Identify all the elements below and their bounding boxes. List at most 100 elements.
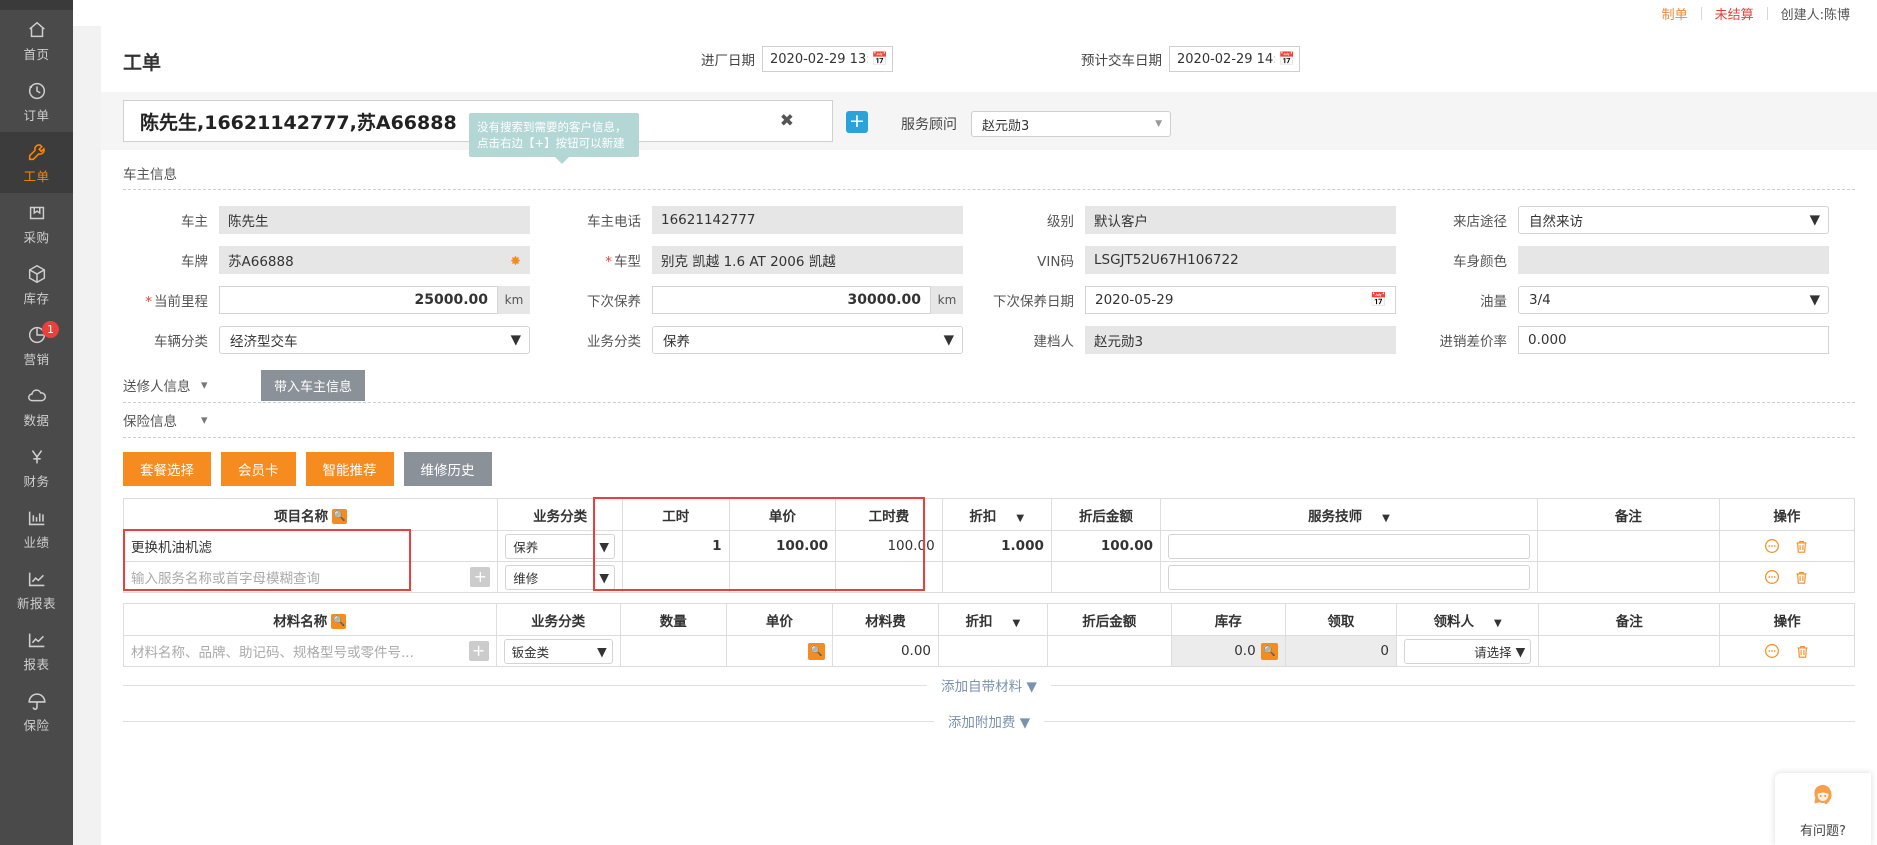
add-customer-button[interactable]: + bbox=[846, 111, 868, 133]
sidebar-item-业绩[interactable]: 业绩 bbox=[0, 498, 73, 559]
column-header-单价: 单价 bbox=[725, 603, 833, 636]
field-select[interactable]: 保养 ▼ bbox=[652, 326, 963, 354]
cell-operations bbox=[1719, 635, 1855, 667]
cell-remark[interactable] bbox=[1536, 530, 1720, 562]
add-material-button[interactable]: + bbox=[468, 641, 489, 661]
action-button-会员卡[interactable]: 会员卡 bbox=[221, 452, 296, 486]
cell-category[interactable]: 钣金类 ▼ bbox=[495, 635, 621, 667]
delivery-date-input[interactable]: 2020-02-29 14:58 📅 bbox=[1169, 46, 1300, 72]
sidebar-item-label: 数据 bbox=[23, 412, 50, 428]
sidebar-item-订单[interactable]: 订单 bbox=[0, 71, 73, 132]
category-select[interactable]: 钣金类 ▼ bbox=[503, 638, 613, 664]
cell-unit-price[interactable] bbox=[728, 561, 837, 593]
sidebar-badge: 1 bbox=[42, 321, 59, 338]
chevron-down-icon[interactable]: ▾ bbox=[201, 378, 261, 393]
divider bbox=[1050, 684, 1855, 686]
status-make-order[interactable]: 制单 bbox=[1649, 4, 1701, 23]
search-icon[interactable]: 🔍 bbox=[1260, 642, 1278, 660]
delete-icon[interactable] bbox=[1792, 567, 1812, 587]
search-icon[interactable]: 🔍 bbox=[331, 614, 347, 629]
delete-icon[interactable] bbox=[1792, 536, 1812, 556]
chevron-down-icon[interactable]: ▼ bbox=[1382, 513, 1390, 524]
more-options-icon[interactable] bbox=[1762, 567, 1782, 587]
field-value[interactable]: 25000.00 bbox=[219, 286, 498, 314]
sidebar-item-数据[interactable]: 数据 bbox=[0, 376, 73, 437]
add-item-button[interactable]: + bbox=[470, 567, 491, 587]
main-sidebar: 首页订单 工单 采购 库存 营销 1 数据财务 业绩 新报表 报表 保险 bbox=[0, 0, 73, 845]
picker-select[interactable]: 请选择 ▼ bbox=[1403, 638, 1532, 664]
calendar-icon[interactable]: 📅 bbox=[868, 52, 892, 67]
sidebar-item-工单[interactable]: 工单 bbox=[0, 132, 73, 193]
field-select[interactable]: 自然来访 ▼ bbox=[1518, 206, 1829, 234]
more-options-icon[interactable] bbox=[1762, 536, 1782, 556]
delete-icon[interactable] bbox=[1792, 641, 1812, 661]
gear-icon[interactable] bbox=[500, 246, 530, 274]
cell-item-name[interactable]: 更换机油机滤 bbox=[122, 530, 499, 562]
sidebar-item-保险[interactable]: 保险 bbox=[0, 681, 73, 742]
search-icon[interactable]: 🔍 bbox=[807, 642, 825, 660]
action-button-维修历史[interactable]: 维修历史 bbox=[403, 452, 492, 486]
field-select[interactable]: 3/4 ▼ bbox=[1518, 286, 1829, 314]
category-select[interactable]: 维修 ▼ bbox=[505, 564, 616, 590]
search-icon[interactable]: 🔍 bbox=[332, 509, 348, 524]
clear-icon[interactable]: ✖ bbox=[780, 111, 794, 131]
entry-date-input[interactable]: 2020-02-29 13:58 📅 bbox=[762, 46, 893, 72]
column-header-折扣: 折扣 ▼ bbox=[938, 603, 1048, 636]
chevron-down-icon[interactable]: ▼ bbox=[1012, 618, 1020, 629]
cell-unit-price[interactable]: 100.00 bbox=[728, 530, 837, 562]
field-control: 0.000 bbox=[1518, 326, 1829, 354]
column-label: 折扣 bbox=[969, 508, 997, 525]
cell-hours[interactable]: 1 bbox=[622, 530, 730, 562]
calendar-icon[interactable]: 📅 bbox=[1275, 52, 1299, 67]
status-unsettled[interactable]: 未结算 bbox=[1702, 4, 1767, 23]
add-surcharge-link[interactable]: 添加附加费 ▼ bbox=[934, 711, 1044, 731]
sidebar-item-营销[interactable]: 营销 1 bbox=[0, 315, 73, 376]
chevron-down-icon[interactable]: ▼ bbox=[1016, 513, 1024, 524]
cell-technician[interactable] bbox=[1160, 561, 1538, 593]
column-label: 操作 bbox=[1773, 508, 1801, 525]
cell-discount[interactable] bbox=[938, 635, 1048, 667]
sidebar-item-财务[interactable]: 财务 bbox=[0, 437, 73, 498]
more-options-icon[interactable] bbox=[1762, 641, 1782, 661]
cell-picker[interactable]: 请选择 ▼ bbox=[1395, 635, 1540, 667]
sidebar-item-label: 首页 bbox=[23, 46, 50, 62]
picker-value: 请选择 bbox=[1474, 644, 1512, 660]
copy-owner-info-button[interactable]: 带入车主信息 bbox=[261, 369, 366, 401]
cell-hours[interactable] bbox=[622, 561, 730, 593]
cell-unit-price[interactable]: 🔍 bbox=[725, 635, 833, 667]
cell-category[interactable]: 维修 ▼ bbox=[497, 561, 624, 593]
sidebar-item-采购[interactable]: 采购 bbox=[0, 193, 73, 254]
cell-category[interactable]: 保养 ▼ bbox=[497, 530, 624, 562]
cell-remark[interactable] bbox=[1536, 561, 1720, 593]
category-select[interactable]: 保养 ▼ bbox=[505, 533, 616, 559]
cell-material-name[interactable]: 材料名称、品牌、助记码、规格型号或零件号... + bbox=[123, 635, 497, 667]
field-value[interactable]: 30000.00 bbox=[652, 286, 931, 314]
field-date[interactable]: 2020-05-29 📅 bbox=[1085, 286, 1396, 314]
calendar-icon[interactable]: 📅 bbox=[1370, 292, 1387, 308]
sidebar-item-库存[interactable]: 库存 bbox=[0, 254, 73, 315]
cell-discount[interactable]: 1.000 bbox=[941, 530, 1052, 562]
cell-remark[interactable] bbox=[1538, 635, 1721, 667]
technician-input[interactable] bbox=[1168, 533, 1530, 559]
chevron-down-icon[interactable]: ▼ bbox=[1494, 618, 1502, 629]
chevron-down-icon[interactable]: ▾ bbox=[201, 413, 261, 428]
repairer-info-row: 送修人信息 ▾ 带入车主信息 bbox=[123, 368, 1855, 402]
action-button-智能推荐[interactable]: 智能推荐 bbox=[305, 452, 394, 486]
add-own-material-link[interactable]: 添加自带材料 ▼ bbox=[927, 675, 1051, 695]
field-control: 默认客户 bbox=[1085, 206, 1396, 234]
cell-item-name[interactable]: 输入服务名称或首字母模糊查询 + bbox=[122, 561, 499, 593]
sidebar-item-首页[interactable]: 首页 bbox=[0, 10, 73, 71]
field-select[interactable]: 经济型交车 ▼ bbox=[219, 326, 530, 354]
support-chat-widget[interactable]: 有问题? bbox=[1775, 773, 1871, 845]
field-label: 下次保养 bbox=[587, 294, 641, 310]
sidebar-item-报表[interactable]: 报表 bbox=[0, 620, 73, 681]
sidebar-item-新报表[interactable]: 新报表 bbox=[0, 559, 73, 620]
service-advisor-select[interactable]: 赵元勋3 ▼ bbox=[971, 111, 1171, 137]
technician-input[interactable] bbox=[1168, 564, 1530, 590]
field-value[interactable]: 0.000 bbox=[1518, 326, 1829, 354]
cell-technician[interactable] bbox=[1160, 530, 1538, 562]
action-button-套餐选择[interactable]: 套餐选择 bbox=[123, 452, 211, 486]
cell-discount[interactable] bbox=[941, 561, 1052, 593]
cell-quantity[interactable] bbox=[619, 635, 727, 667]
column-header-业务分类: 业务分类 bbox=[497, 498, 624, 531]
